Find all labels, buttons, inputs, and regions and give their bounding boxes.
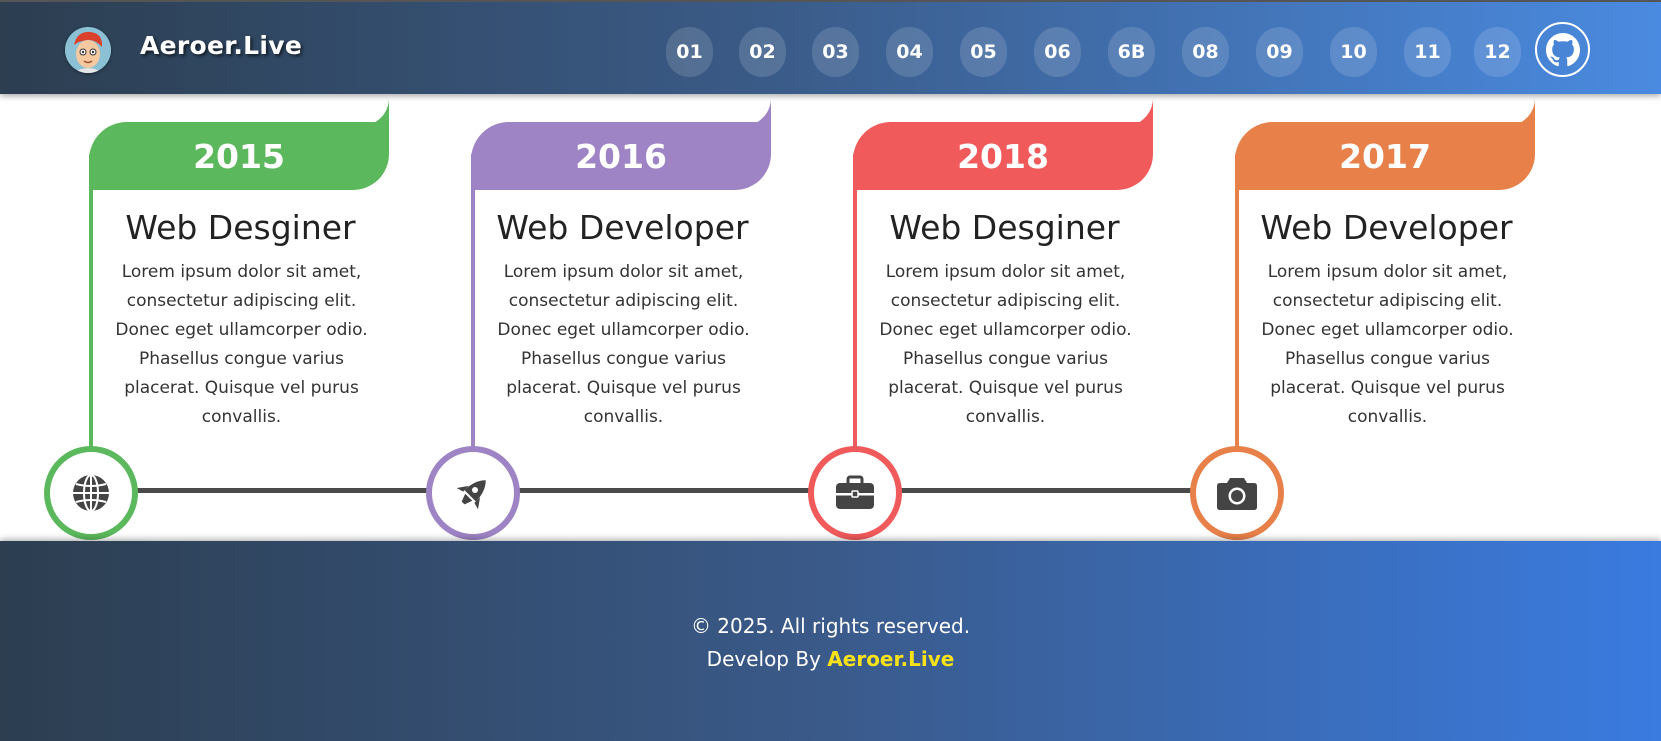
briefcase-icon — [836, 475, 874, 509]
year-badge: 2015 — [89, 122, 389, 190]
nav-item-08[interactable]: 08 — [1182, 27, 1229, 77]
globe-icon — [73, 474, 109, 512]
timeline-item: 2015 Web Desginer Lorem ipsum dolor sit … — [44, 94, 389, 541]
rocket-icon — [456, 480, 486, 510]
avatar-logo[interactable] — [65, 27, 111, 73]
github-button[interactable] — [1535, 22, 1590, 77]
item-title: Web Developer — [1260, 208, 1513, 247]
item-title: Web Desginer — [889, 208, 1120, 247]
camera-icon — [1217, 478, 1257, 510]
nav-item-03[interactable]: 03 — [812, 27, 859, 77]
nav-item-12[interactable]: 12 — [1474, 27, 1521, 77]
year-badge: 2018 — [853, 122, 1153, 190]
nav-item-04[interactable]: 04 — [886, 27, 933, 77]
item-icon-circle[interactable] — [426, 446, 520, 540]
developer-credit: Develop By Aeroer.Live — [0, 647, 1661, 671]
item-description: Lorem ipsum dolor sit amet, consectetur … — [879, 262, 1132, 427]
timeline-item: 2017 Web Developer Lorem ipsum dolor sit… — [1190, 94, 1535, 541]
nav-item-11[interactable]: 11 — [1404, 27, 1451, 77]
nav-item-06[interactable]: 06 — [1034, 27, 1081, 77]
year-badge: 2016 — [471, 122, 771, 190]
item-title: Web Desginer — [125, 208, 356, 247]
item-title: Web Developer — [496, 208, 749, 247]
nav-item-01[interactable]: 01 — [666, 27, 713, 77]
item-icon-circle[interactable] — [44, 446, 138, 540]
nav-item-05[interactable]: 05 — [960, 27, 1007, 77]
item-icon-circle[interactable] — [1190, 446, 1284, 540]
item-description: Lorem ipsum dolor sit amet, consectetur … — [497, 262, 750, 427]
timeline-vertical-bar — [853, 154, 857, 454]
timeline-item: 2016 Web Developer Lorem ipsum dolor sit… — [426, 94, 771, 541]
developer-link[interactable]: Aeroer.Live — [827, 647, 954, 671]
footer: © 2025. All rights reserved. Develop By … — [0, 541, 1661, 741]
item-description: Lorem ipsum dolor sit amet, consectetur … — [1261, 262, 1514, 427]
timeline-item: 2018 Web Desginer Lorem ipsum dolor sit … — [808, 94, 1153, 541]
timeline: 2015 Web Desginer Lorem ipsum dolor sit … — [0, 94, 1661, 541]
copyright-text: © 2025. All rights reserved. — [690, 614, 971, 638]
year-badge: 2017 — [1235, 122, 1535, 190]
nav-item-10[interactable]: 10 — [1330, 27, 1377, 77]
develop-prefix: Develop By — [706, 647, 828, 671]
item-icon-circle[interactable] — [808, 446, 902, 540]
timeline-vertical-bar — [1235, 154, 1239, 454]
nav-item-02[interactable]: 02 — [739, 27, 786, 77]
timeline-vertical-bar — [89, 154, 93, 454]
nav-item-6b[interactable]: 6B — [1108, 27, 1155, 77]
header: Aeroer.Live 01 02 03 04 05 06 6B 08 09 1… — [0, 0, 1661, 94]
github-icon — [1545, 32, 1580, 66]
item-description: Lorem ipsum dolor sit amet, consectetur … — [115, 262, 368, 427]
brand-title[interactable]: Aeroer.Live — [140, 31, 302, 60]
timeline-vertical-bar — [471, 154, 475, 454]
nav-item-09[interactable]: 09 — [1256, 27, 1303, 77]
